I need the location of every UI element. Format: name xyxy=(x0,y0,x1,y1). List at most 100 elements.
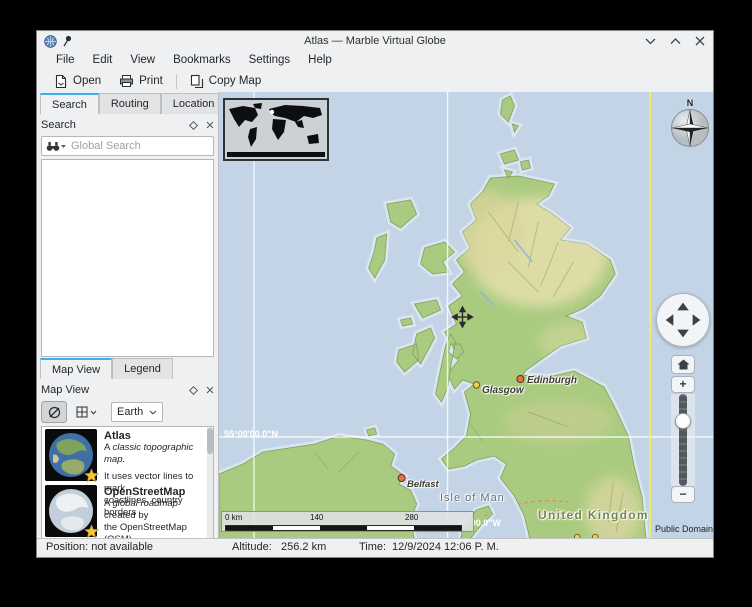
map-theme-list: Atlas A classic topographic map. It uses… xyxy=(41,426,214,540)
left-dock: Search Routing Location Search xyxy=(37,92,219,541)
float-panel-icon[interactable] xyxy=(189,121,198,130)
theme-name: OpenStreetMap xyxy=(104,486,210,498)
scale-tick: 280 xyxy=(405,513,418,522)
menu-help[interactable]: Help xyxy=(299,51,341,70)
pan-down-arrow xyxy=(677,330,689,338)
map-canvas[interactable]: 55°00'00.0"N 5°00'00.0"W Glasgow Edinbur… xyxy=(219,92,713,541)
statusbar: Position: not available Altitude: 256.2 … xyxy=(37,538,713,557)
status-altitude-value: 256.2 km xyxy=(281,541,326,553)
mapview-panel-title: Map View xyxy=(41,384,89,396)
wind-rose-icon xyxy=(670,108,710,148)
city-label-belfast: Belfast xyxy=(407,479,439,490)
zoom-slider[interactable] xyxy=(671,394,695,486)
theme-desc: A classic topographic map. xyxy=(104,442,210,466)
pan-right-arrow xyxy=(693,314,701,326)
scale-tick: 140 xyxy=(310,513,323,522)
toolbar-separator xyxy=(176,74,177,89)
projection-button[interactable] xyxy=(41,401,67,423)
titlebar[interactable]: Atlas — Marble Virtual Globe xyxy=(37,31,713,51)
theme-desc: A global roadmap created by xyxy=(104,498,210,522)
tab-search[interactable]: Search xyxy=(40,93,99,114)
mapview-toolbar: Earth xyxy=(41,400,163,424)
scale-segments xyxy=(225,525,462,531)
overview-world-icon xyxy=(225,100,327,159)
theme-item-openstreetmap[interactable]: OpenStreetMap A global roadmap created b… xyxy=(42,483,213,539)
celestial-grid-button[interactable] xyxy=(71,402,101,422)
menubar: File Edit View Bookmarks Settings Help xyxy=(37,51,713,70)
print-label: Print xyxy=(139,75,163,87)
zoom-out-button[interactable]: − xyxy=(671,486,695,503)
tab-legend[interactable]: Legend xyxy=(112,358,173,379)
menu-edit[interactable]: Edit xyxy=(84,51,122,70)
favorite-star-icon xyxy=(84,524,99,539)
maximize-button[interactable] xyxy=(670,37,681,45)
tab-routing[interactable]: Routing xyxy=(99,93,161,114)
scale-bar: 0 km 140 280 xyxy=(221,511,474,532)
favorite-star-icon xyxy=(84,468,99,483)
pan-arrows xyxy=(657,294,709,346)
zoom-slider-track[interactable] xyxy=(679,394,687,486)
float-panel-icon[interactable] xyxy=(189,386,198,395)
search-panel-title: Search xyxy=(41,119,76,131)
chevron-down-icon xyxy=(90,410,97,415)
window-title: Atlas — Marble Virtual Globe xyxy=(37,35,713,47)
grid-icon xyxy=(76,406,88,418)
chevron-down-icon xyxy=(149,410,157,415)
pan-left-arrow xyxy=(666,314,674,326)
main-toolbar: Open Print Copy Map xyxy=(37,70,713,93)
tab-location[interactable]: Location xyxy=(161,93,219,114)
open-button[interactable]: Open xyxy=(45,71,110,91)
celestial-body-select[interactable]: Earth xyxy=(111,402,163,422)
mapview-panel-header: Map View xyxy=(41,380,214,400)
search-results-area[interactable] xyxy=(41,159,214,357)
mapview-tabbar: Map View Legend xyxy=(40,358,173,379)
theme-name: Atlas xyxy=(104,430,210,442)
menu-file[interactable]: File xyxy=(47,51,84,70)
zoom-in-button[interactable]: + xyxy=(671,376,695,393)
city-label-edinburgh: Edinburgh xyxy=(527,375,577,386)
copy-map-button[interactable]: Copy Map xyxy=(181,71,270,91)
scrollbar-thumb[interactable] xyxy=(207,428,213,454)
attribution-label: Public Domain xyxy=(655,524,713,534)
country-label: United Kingdom xyxy=(538,508,649,522)
overview-map[interactable] xyxy=(223,98,329,161)
house-icon xyxy=(677,359,690,370)
viewport-indicator xyxy=(270,110,274,114)
theme-list-scrollbar[interactable] xyxy=(207,427,213,539)
globe-projection-icon xyxy=(48,406,61,419)
pan-up-arrow xyxy=(677,303,689,311)
city-label-glasgow: Glasgow xyxy=(482,385,524,396)
zoom-slider-thumb[interactable] xyxy=(675,413,691,429)
theme-item-atlas[interactable]: Atlas A classic topographic map. It uses… xyxy=(42,427,213,483)
minimize-button[interactable] xyxy=(645,37,656,45)
close-panel-icon[interactable] xyxy=(206,121,214,129)
home-button[interactable] xyxy=(671,355,695,374)
print-button[interactable]: Print xyxy=(110,71,172,91)
copy-pages-icon xyxy=(190,74,204,89)
close-button[interactable] xyxy=(695,36,705,46)
pan-control[interactable] xyxy=(656,293,710,347)
marble-window: Atlas — Marble Virtual Globe File Edit V… xyxy=(36,30,714,558)
menu-view[interactable]: View xyxy=(121,51,164,70)
menu-bookmarks[interactable]: Bookmarks xyxy=(164,51,240,70)
status-position: Position: not available xyxy=(46,541,153,553)
search-panel-header: Search xyxy=(41,115,214,135)
search-options-chevron-icon[interactable] xyxy=(60,144,67,149)
status-time-value: 12/9/2024 12:06 P. M. xyxy=(392,541,499,553)
tab-map-view[interactable]: Map View xyxy=(40,358,112,379)
menu-settings[interactable]: Settings xyxy=(240,51,300,70)
binoculars-icon xyxy=(46,141,60,152)
copy-map-label: Copy Map xyxy=(209,75,261,87)
search-placeholder: Global Search xyxy=(71,140,141,152)
status-altitude-label: Altitude: xyxy=(232,541,272,553)
island-label: Isle of Man xyxy=(440,492,505,504)
close-panel-icon[interactable] xyxy=(206,386,214,394)
scale-tick: 0 km xyxy=(225,513,242,522)
compass-rose[interactable]: N xyxy=(668,98,712,153)
print-icon xyxy=(119,74,134,88)
desktop-background: { "titlebar": { "title": "Atlas — Marble… xyxy=(0,0,752,607)
search-tabbar: Search Routing Location xyxy=(40,93,219,114)
open-document-icon xyxy=(54,74,68,89)
search-input[interactable]: Global Search xyxy=(41,136,214,156)
open-label: Open xyxy=(73,75,101,87)
